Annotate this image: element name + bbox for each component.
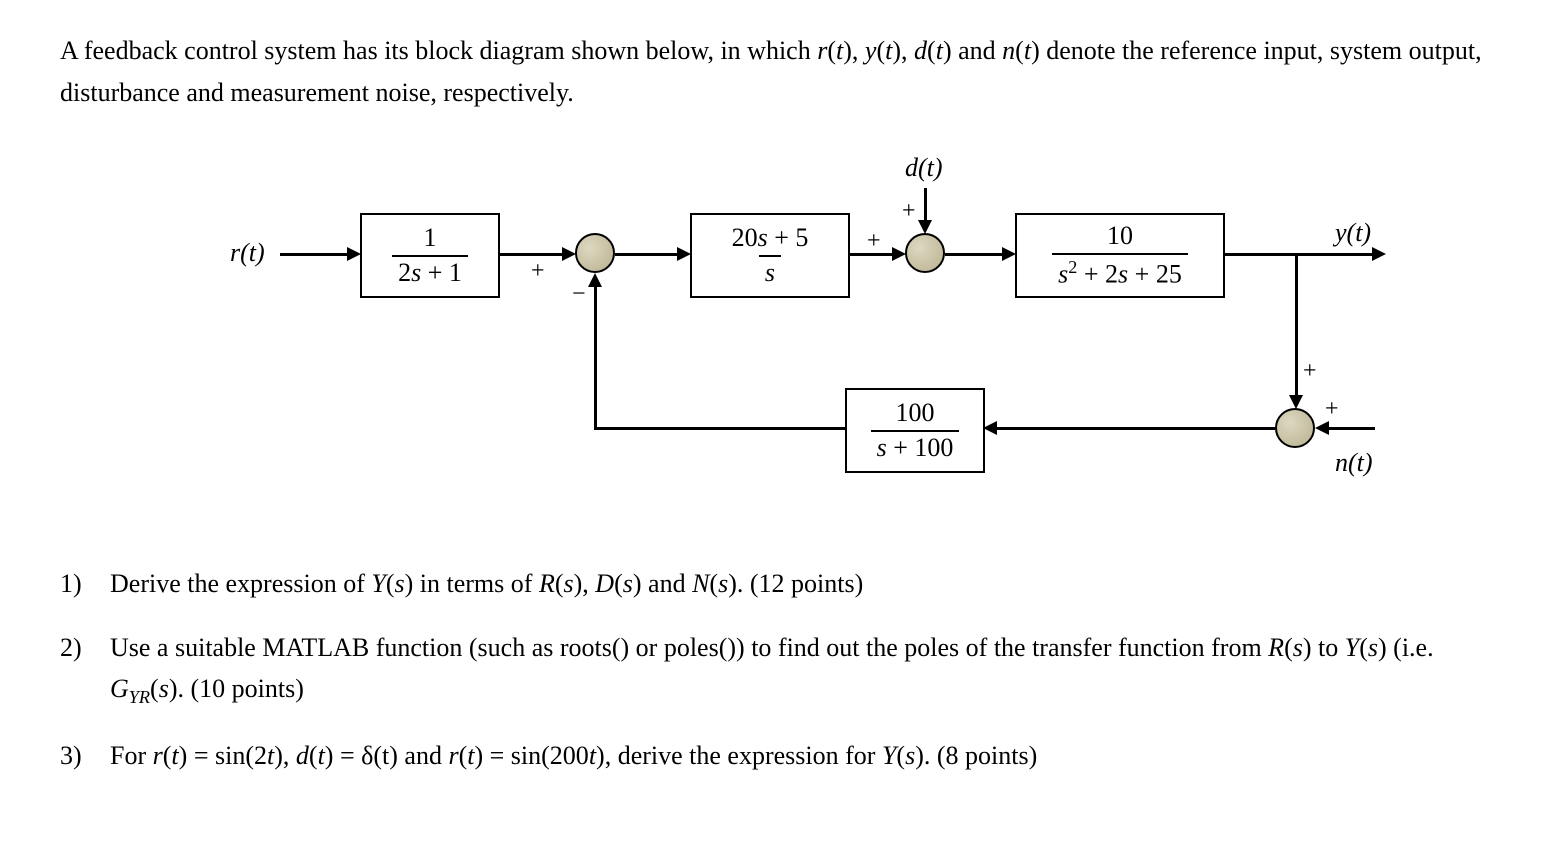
sum3-plus-top: + xyxy=(1303,358,1317,385)
signal-r-label: r(t) xyxy=(230,238,265,268)
block-diagram: r(t) 1 2s + 1 + − 20s + 5 s + d(t) + xyxy=(175,153,1375,533)
question-text: Derive the expression of Y(s) in terms o… xyxy=(110,563,1490,605)
question-number: 3) xyxy=(60,735,110,777)
question-3: 3) For r(t) = sin(2t), d(t) = δ(t) and r… xyxy=(60,735,1490,777)
sensor-num: 100 xyxy=(889,399,940,430)
sensor-block: 100 s + 100 xyxy=(845,388,985,473)
question-text: Use a suitable MATLAB function (such as … xyxy=(110,627,1490,713)
sensor-den: s + 100 xyxy=(871,430,960,463)
questions-list: 1) Derive the expression of Y(s) in term… xyxy=(60,563,1490,776)
sum1-plus: + xyxy=(531,258,545,285)
plant-block: 10 s2 + 2s + 25 xyxy=(1015,213,1225,298)
controller-block: 20s + 5 s xyxy=(690,213,850,298)
question-2: 2) Use a suitable MATLAB function (such … xyxy=(60,627,1490,713)
sum2-plus-left: + xyxy=(867,228,881,255)
prefilter-num: 1 xyxy=(417,224,442,255)
question-number: 1) xyxy=(60,563,110,605)
sum1-minus: − xyxy=(572,281,586,308)
summing-junction-1 xyxy=(575,233,615,273)
sum2-plus-top: + xyxy=(902,198,916,225)
sum3-plus-right: + xyxy=(1325,396,1339,423)
summing-junction-3 xyxy=(1275,408,1315,448)
prefilter-block: 1 2s + 1 xyxy=(360,213,500,298)
signal-n-label: n(t) xyxy=(1335,448,1373,478)
controller-num: 20s + 5 xyxy=(726,224,815,255)
signal-y-label: y(t) xyxy=(1335,218,1371,248)
question-text: For r(t) = sin(2t), d(t) = δ(t) and r(t)… xyxy=(110,735,1490,777)
controller-den: s xyxy=(759,255,781,288)
plant-den: s2 + 2s + 25 xyxy=(1052,253,1188,289)
plant-num: 10 xyxy=(1101,222,1139,253)
signal-d-label: d(t) xyxy=(905,153,943,183)
problem-intro: A feedback control system has its block … xyxy=(60,30,1490,113)
summing-junction-2 xyxy=(905,233,945,273)
question-1: 1) Derive the expression of Y(s) in term… xyxy=(60,563,1490,605)
question-number: 2) xyxy=(60,627,110,713)
prefilter-den: 2s + 1 xyxy=(392,255,468,288)
